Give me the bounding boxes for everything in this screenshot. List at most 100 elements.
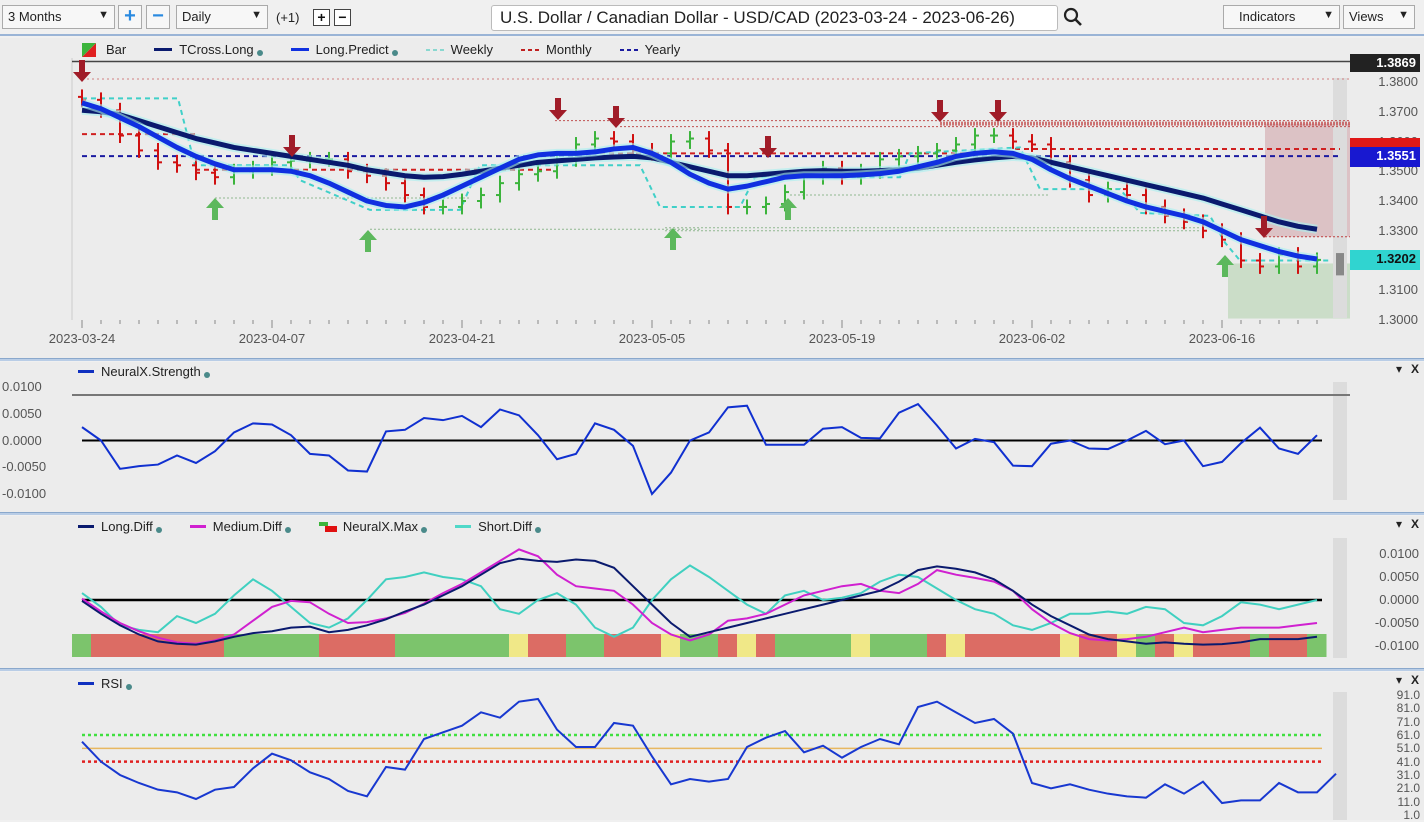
price-tick-label: 1.3100 xyxy=(1378,282,1418,298)
zoom-out-button[interactable]: − xyxy=(146,5,170,29)
neuralx-max-segment xyxy=(1212,634,1232,657)
chevron-down-icon: ▼ xyxy=(98,9,109,21)
neuralx-strength-line xyxy=(81,402,1318,496)
scroll-track xyxy=(1333,692,1347,820)
neuralx-max-segment xyxy=(1022,634,1042,657)
neuralx-max-segment xyxy=(357,634,377,657)
neuralx-max-segment xyxy=(281,634,301,657)
neuralx-max-segment xyxy=(851,634,871,657)
strength-chart[interactable] xyxy=(0,362,1424,512)
rsi-tick-label: 1.0 xyxy=(1403,808,1420,822)
neuralx-max-segment xyxy=(984,634,1004,657)
neuralx-max-segment xyxy=(338,634,358,657)
rsi-tick-label: 21.0 xyxy=(1396,781,1420,796)
scroll-track xyxy=(1333,538,1347,658)
neuralx-max-segment xyxy=(262,634,282,657)
rsi-tick-label: 81.0 xyxy=(1396,701,1420,716)
strength-tick-label: 0.0000 xyxy=(2,432,42,448)
neuralx-max-segment xyxy=(528,634,548,657)
rsi-chart[interactable] xyxy=(0,672,1424,820)
rsi-tick-label: 51.0 xyxy=(1396,741,1420,756)
date-tick-label: 2023-03-24 xyxy=(48,331,116,346)
neuralx-max-segment xyxy=(414,634,434,657)
neuralx-max-segment xyxy=(794,634,814,657)
zoom-in-button[interactable]: + xyxy=(118,5,142,29)
neuralx-max-segment xyxy=(243,634,263,657)
neuralx-max-segment xyxy=(319,634,339,657)
diff-tick-label: -0.0050 xyxy=(1374,615,1419,630)
toolbar: 3 Months ▼ + − Daily ▼ (+1) + − U.S. Dol… xyxy=(0,0,1424,36)
add-offset-button[interactable]: + xyxy=(313,9,330,26)
neuralx-max-segment xyxy=(1250,634,1270,657)
date-tick-label: 2023-04-21 xyxy=(428,331,496,346)
date-tick-label: 2023-05-19 xyxy=(808,331,876,346)
panel-splitter[interactable] xyxy=(0,668,1424,671)
panel-splitter[interactable] xyxy=(0,512,1424,515)
neuralx-max-segment xyxy=(965,634,985,657)
diff-tick-label: -0.0100 xyxy=(1374,638,1419,653)
offset-label: (+1) xyxy=(276,10,300,25)
range-select[interactable]: 3 Months ▼ xyxy=(2,5,115,29)
neuralx-max-segment xyxy=(1003,634,1023,657)
date-tick-label: 2023-06-02 xyxy=(998,331,1066,346)
neuralx-max-segment xyxy=(585,634,605,657)
scroll-track xyxy=(1333,382,1347,500)
strength-tick-label: 0.0100 xyxy=(2,379,42,394)
price-chart[interactable] xyxy=(0,38,1424,358)
views-dropdown[interactable]: Views ▼ xyxy=(1343,5,1415,29)
neuralx-max-segment xyxy=(490,634,510,657)
neuralx-max-segment xyxy=(946,634,966,657)
symbol-title-input[interactable]: U.S. Dollar / Canadian Dollar - USD/CAD … xyxy=(491,5,1058,31)
medium-diff-line xyxy=(81,548,1318,645)
neuralx-max-segment xyxy=(1174,634,1194,657)
price-tick-label: 1.3300 xyxy=(1378,222,1418,238)
diff-tick-label: 0.0050 xyxy=(1379,569,1419,584)
indicators-label: Indicators xyxy=(1239,9,1296,24)
neuralx-max-segment xyxy=(1269,634,1289,657)
neuralx-max-segment xyxy=(395,634,415,657)
neuralx-max-segment xyxy=(91,634,111,657)
views-label: Views xyxy=(1349,9,1384,24)
neuralx-max-segment xyxy=(167,634,187,657)
last-price-tag: 1.3202 xyxy=(1350,250,1420,270)
panel-splitter[interactable] xyxy=(0,358,1424,361)
neuralx-max-segment xyxy=(927,634,947,657)
range-select-value: 3 Months xyxy=(8,9,62,24)
yearly-price-tag: 1.3551 xyxy=(1350,147,1420,167)
neuralx-max-segment xyxy=(1041,634,1061,657)
strength-tick-label: 0.0050 xyxy=(2,405,42,421)
rsi-tick-label: 91.0 xyxy=(1396,688,1420,702)
price-tick-label: 1.3800 xyxy=(1378,74,1418,89)
neuralx-max-segment xyxy=(471,634,491,657)
high-price-tag: 1.3869 xyxy=(1350,54,1420,72)
current-bar-marker xyxy=(1336,253,1344,276)
chevron-down-icon: ▼ xyxy=(1323,9,1334,21)
date-tick-label: 2023-05-05 xyxy=(618,331,686,346)
neuralx-max-segment xyxy=(433,634,453,657)
neuralx-max-segment xyxy=(908,634,928,657)
neuralx-max-segment xyxy=(756,634,776,657)
neuralx-max-segment xyxy=(775,634,795,657)
diff-chart[interactable] xyxy=(0,516,1424,668)
chevron-down-icon: ▼ xyxy=(1398,9,1409,21)
neuralx-max-segment xyxy=(813,634,833,657)
rsi-tick-label: 11.0 xyxy=(1397,794,1420,809)
diff-tick-label: 0.0100 xyxy=(1379,546,1419,561)
neuralx-max-segment xyxy=(718,634,738,657)
neuralx-max-segment xyxy=(110,634,130,657)
neuralx-max-segment xyxy=(870,634,890,657)
date-tick-label: 2023-06-16 xyxy=(1188,331,1256,346)
rsi-tick-label: 61.0 xyxy=(1396,728,1420,742)
neuralx-max-segment xyxy=(566,634,586,657)
remove-offset-button[interactable]: − xyxy=(334,9,351,26)
neuralx-max-segment xyxy=(1231,634,1251,657)
rsi-line xyxy=(81,697,1337,805)
search-icon[interactable] xyxy=(1062,6,1084,28)
neuralx-max-segment xyxy=(452,634,472,657)
indicators-dropdown[interactable]: Indicators ▼ xyxy=(1223,5,1340,29)
price-tick-label: 1.3400 xyxy=(1378,193,1418,208)
interval-select[interactable]: Daily ▼ xyxy=(176,5,268,29)
rsi-tick-label: 41.0 xyxy=(1396,754,1420,769)
neuralx-max-segment xyxy=(642,634,662,657)
neuralx-max-segment xyxy=(1060,634,1080,657)
